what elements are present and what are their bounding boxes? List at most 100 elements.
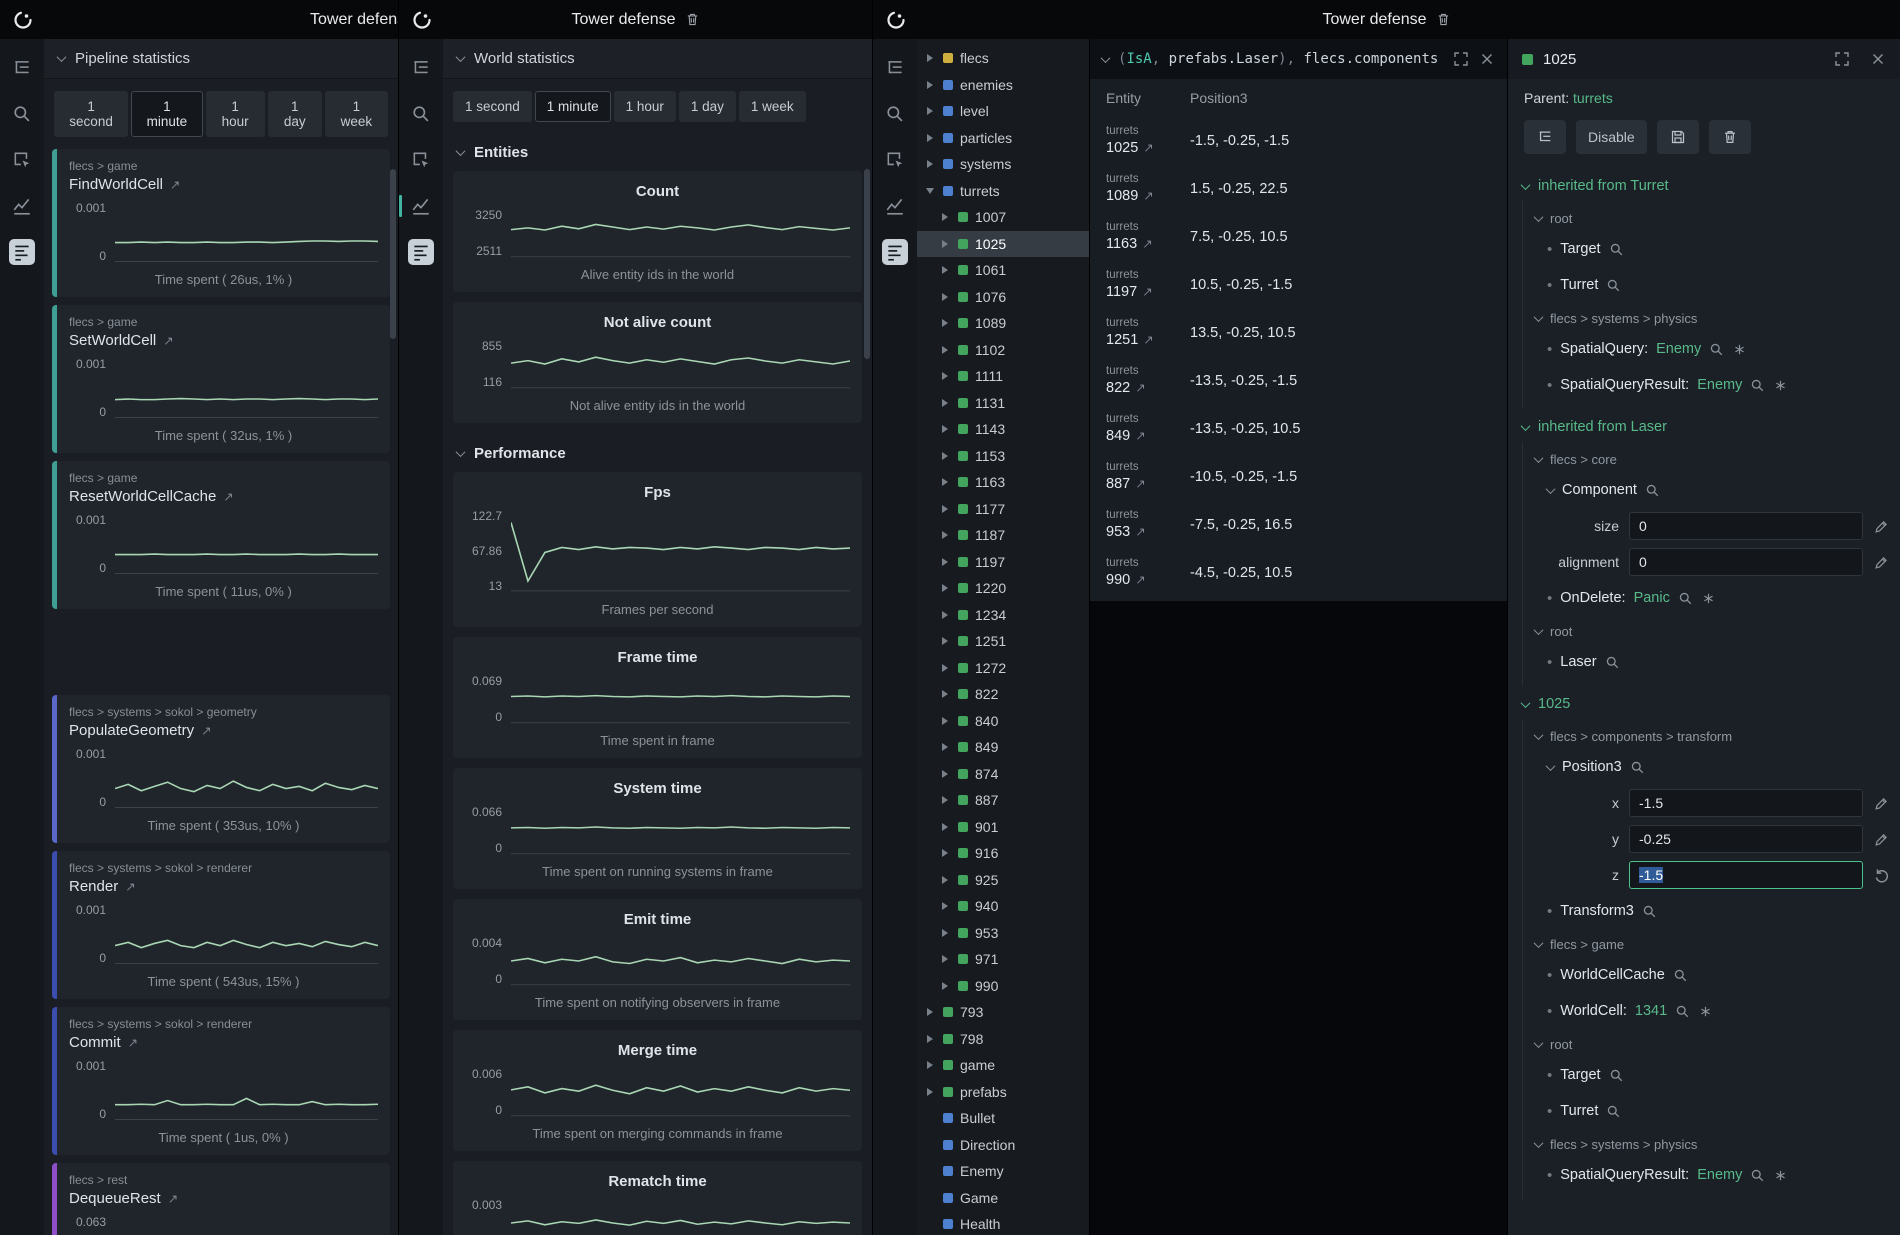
field-input[interactable]: 0 xyxy=(1629,512,1863,540)
component-row[interactable]: •WorldCell:1341 xyxy=(1523,993,1900,1029)
component-row[interactable]: •Transform3 xyxy=(1523,893,1900,929)
entity-id[interactable]: 1089↗ xyxy=(1106,187,1190,206)
component-row[interactable]: •Target xyxy=(1523,1057,1900,1093)
external-link-icon[interactable]: ↗ xyxy=(1135,380,1145,396)
external-link-icon[interactable]: ↗ xyxy=(1135,476,1145,492)
query-row[interactable]: turrets1163↗7.5, -0.25, 10.5 xyxy=(1090,213,1507,261)
external-link-icon[interactable]: ↗ xyxy=(1143,140,1153,156)
sidebar-inspect-icon[interactable] xyxy=(408,147,434,173)
group-header[interactable]: root xyxy=(1523,1029,1900,1057)
tree-item[interactable]: 971 xyxy=(917,946,1089,973)
field-input[interactable]: -1.5 xyxy=(1629,861,1863,889)
expand-arrow-icon[interactable] xyxy=(942,955,951,963)
external-link-icon[interactable]: ↗ xyxy=(201,723,211,738)
magnifier-icon[interactable] xyxy=(1609,242,1624,257)
chevron-down-icon[interactable] xyxy=(1535,628,1542,635)
query-row[interactable]: turrets887↗-10.5, -0.25, -1.5 xyxy=(1090,453,1507,501)
expand-arrow-icon[interactable] xyxy=(942,584,951,592)
tree-item[interactable]: game xyxy=(917,1052,1089,1079)
external-link-icon[interactable]: ↗ xyxy=(170,177,180,192)
query-row[interactable]: turrets953↗-7.5, -0.25, 16.5 xyxy=(1090,501,1507,549)
tree-item[interactable]: 990 xyxy=(917,973,1089,1000)
sidebar-hierarchy-icon[interactable] xyxy=(9,55,35,81)
tree-item[interactable]: 1187 xyxy=(917,522,1089,549)
external-link-icon[interactable]: ↗ xyxy=(1143,332,1153,348)
component-value[interactable]: Enemy xyxy=(1697,377,1742,393)
time-range-button[interactable]: 1 second xyxy=(453,91,532,122)
magnifier-icon[interactable] xyxy=(1606,1104,1621,1119)
sidebar-search-icon[interactable] xyxy=(408,101,434,127)
external-link-icon[interactable]: ↗ xyxy=(163,333,173,348)
external-link-icon[interactable]: ↗ xyxy=(1135,428,1145,444)
tree-item[interactable]: 901 xyxy=(917,814,1089,841)
sidebar-chart-icon[interactable] xyxy=(9,193,35,219)
tree-item[interactable]: 1102 xyxy=(917,337,1089,364)
expand-arrow-icon[interactable] xyxy=(927,81,936,89)
expand-arrow-icon[interactable] xyxy=(942,293,951,301)
group-header[interactable]: flecs > game xyxy=(1523,929,1900,957)
query-row[interactable]: turrets1025↗-1.5, -0.25, -1.5 xyxy=(1090,117,1507,165)
time-range-button[interactable]: 1 hour xyxy=(614,91,676,122)
component-row[interactable]: •OnDelete:Panic xyxy=(1523,580,1900,616)
tree-item[interactable]: 840 xyxy=(917,708,1089,735)
scrollbar-thumb[interactable] xyxy=(864,169,870,359)
chevron-down-icon[interactable] xyxy=(457,149,464,156)
tree-item[interactable]: 1272 xyxy=(917,655,1089,682)
component-row[interactable]: •SpatialQuery:Enemy xyxy=(1523,331,1900,367)
magnifier-icon[interactable] xyxy=(1642,904,1657,919)
tree-item[interactable]: 793 xyxy=(917,999,1089,1026)
query-row[interactable]: turrets1089↗1.5, -0.25, 22.5 xyxy=(1090,165,1507,213)
entity-id[interactable]: 849↗ xyxy=(1106,427,1190,446)
time-range-button[interactable]: 1 minute xyxy=(535,91,611,122)
entity-id[interactable]: 1197↗ xyxy=(1106,283,1190,302)
tree-item[interactable]: 849 xyxy=(917,734,1089,761)
tree-item[interactable]: 1177 xyxy=(917,496,1089,523)
time-range-button[interactable]: 1 day xyxy=(679,91,736,122)
expand-arrow-icon[interactable] xyxy=(942,266,951,274)
component-value[interactable]: Panic xyxy=(1634,590,1670,606)
entity-id[interactable]: 1251↗ xyxy=(1106,331,1190,350)
magnifier-icon[interactable] xyxy=(1605,655,1620,670)
expand-arrow-icon[interactable] xyxy=(942,717,951,725)
tree-item[interactable]: turrets xyxy=(917,178,1089,205)
magnifier-icon[interactable] xyxy=(1675,1004,1690,1019)
expand-arrow-icon[interactable] xyxy=(942,240,951,248)
magnifier-icon[interactable] xyxy=(1678,591,1693,606)
expand-arrow-icon[interactable] xyxy=(927,1061,936,1069)
tree-item[interactable]: 887 xyxy=(917,787,1089,814)
expand-arrow-icon[interactable] xyxy=(942,399,951,407)
sidebar-search-icon[interactable] xyxy=(9,101,35,127)
group-header[interactable]: root xyxy=(1523,203,1900,231)
close-icon[interactable] xyxy=(1479,51,1495,67)
wildcard-icon[interactable] xyxy=(1701,591,1716,606)
magnifier-icon[interactable] xyxy=(1709,342,1724,357)
component-row[interactable]: •SpatialQueryResult:Enemy xyxy=(1523,367,1900,403)
external-link-icon[interactable]: ↗ xyxy=(128,1035,138,1050)
fullscreen-icon[interactable] xyxy=(1834,51,1850,67)
section-header[interactable]: inherited from Laser xyxy=(1508,409,1900,442)
tree-item[interactable]: 925 xyxy=(917,867,1089,894)
field-input[interactable]: 0 xyxy=(1629,548,1863,576)
expand-arrow-icon[interactable] xyxy=(942,319,951,327)
magnifier-icon[interactable] xyxy=(1750,1168,1765,1183)
chevron-down-icon[interactable] xyxy=(1535,941,1542,948)
entity-id[interactable]: 822↗ xyxy=(1106,379,1190,398)
magnifier-icon[interactable] xyxy=(1750,378,1765,393)
time-range-button[interactable]: 1 second xyxy=(54,91,128,137)
expand-arrow-icon[interactable] xyxy=(942,664,951,672)
expand-arrow-icon[interactable] xyxy=(942,425,951,433)
component-row[interactable]: •Laser xyxy=(1523,644,1900,680)
sidebar-stats-icon[interactable] xyxy=(9,239,35,265)
field-input[interactable]: -1.5 xyxy=(1629,789,1863,817)
expand-arrow-icon[interactable] xyxy=(942,505,951,513)
pencil-icon[interactable] xyxy=(1873,518,1890,535)
expand-arrow-icon[interactable] xyxy=(927,134,936,142)
tree-item[interactable]: 1234 xyxy=(917,602,1089,629)
expand-arrow-icon[interactable] xyxy=(942,876,951,884)
delete-button[interactable] xyxy=(1709,120,1751,154)
expand-arrow-icon[interactable] xyxy=(927,54,936,62)
tree-item[interactable]: Bullet xyxy=(917,1105,1089,1132)
section-header[interactable]: inherited from Turret xyxy=(1508,168,1900,201)
expand-arrow-icon[interactable] xyxy=(927,1008,936,1016)
chevron-down-icon[interactable] xyxy=(1547,487,1554,494)
